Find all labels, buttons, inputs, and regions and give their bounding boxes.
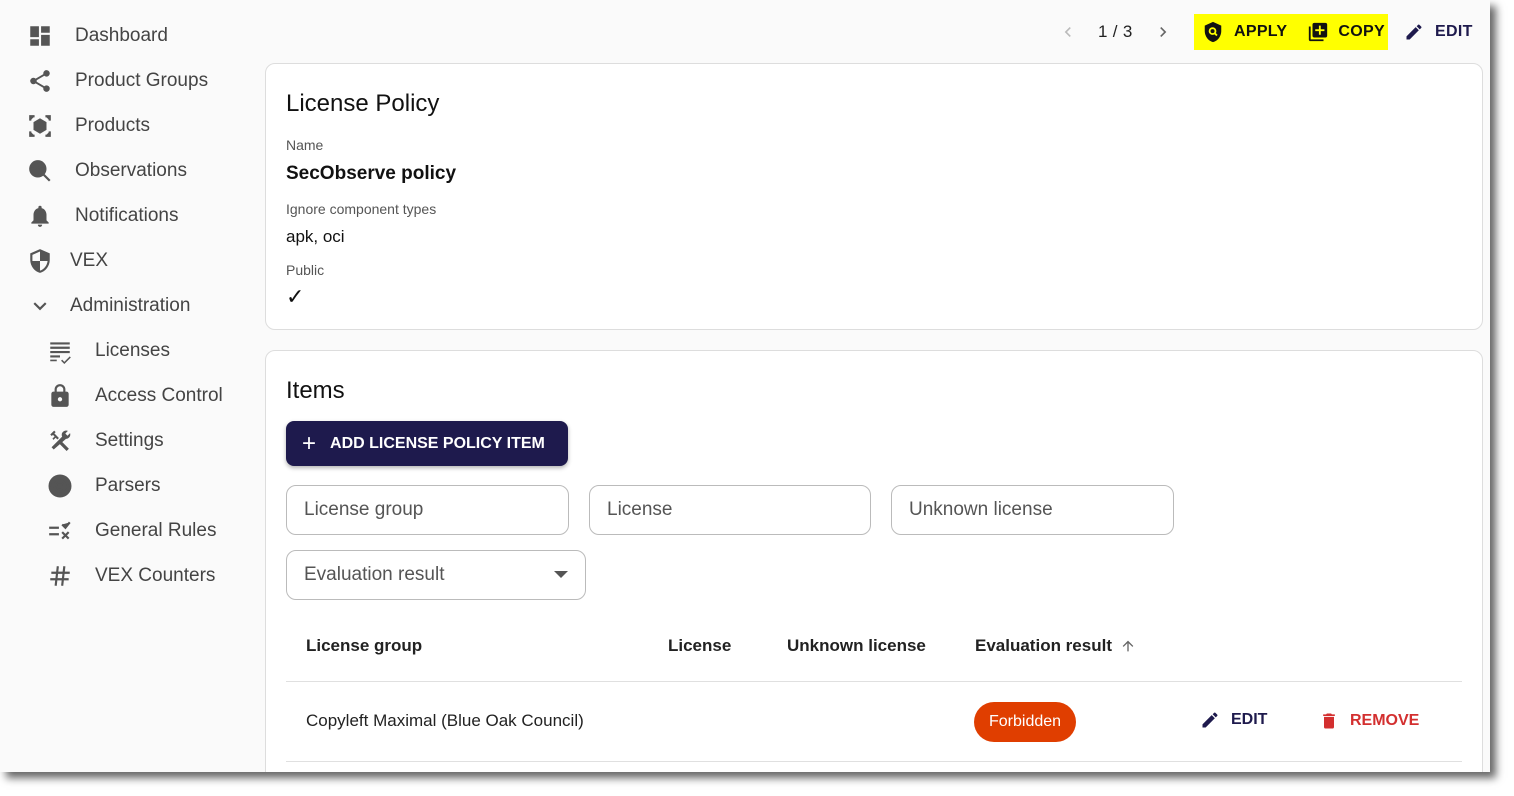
sidebar-item-product-groups[interactable]: Product Groups [27, 66, 208, 96]
card-title: License Policy [286, 90, 440, 117]
copy-button[interactable]: COPY [1307, 21, 1385, 43]
row-remove-label: REMOVE [1350, 712, 1420, 729]
sidebar-item-administration[interactable]: Administration [27, 291, 190, 321]
sidebar-item-label: Parsers [95, 475, 161, 496]
check-icon: ✓ [286, 284, 305, 309]
sidebar-item-licenses[interactable]: Licenses [47, 336, 170, 366]
ignore-types-value: apk, oci [286, 227, 345, 246]
sidebar-item-dashboard[interactable]: Dashboard [27, 21, 168, 51]
select-label: Evaluation result [304, 564, 445, 585]
sidebar-item-products[interactable]: Products [27, 111, 150, 141]
sidebar-item-observations[interactable]: Observations [27, 156, 187, 186]
table-row[interactable]: Copyleft Maximal (Blue Oak Council) Forb… [286, 682, 1462, 762]
sidebar-item-parsers[interactable]: Parsers [47, 471, 160, 501]
column-header-label: Evaluation result [975, 636, 1112, 655]
shield-search-icon [1202, 21, 1224, 43]
sidebar-item-label: Access Control [95, 385, 223, 406]
apply-button[interactable]: APPLY [1202, 21, 1287, 43]
sidebar-item-label: Products [75, 115, 150, 136]
sidebar-item-vex-counters[interactable]: VEX Counters [47, 561, 215, 591]
sidebar-item-access-control[interactable]: Access Control [47, 381, 223, 411]
name-label: Name [286, 137, 324, 153]
plus-icon: + [302, 429, 317, 457]
shield-icon [27, 248, 53, 274]
ignore-types-label: Ignore component types [286, 201, 437, 217]
sidebar-item-label: Product Groups [75, 70, 209, 91]
sidebar-item-label: Settings [95, 430, 164, 451]
sidebar-item-label: VEX Counters [95, 565, 216, 586]
dropdown-arrow-icon [554, 571, 568, 579]
bell-icon [27, 203, 53, 229]
page-indicator: 1 / 3 [1098, 22, 1133, 41]
column-header-license-group[interactable]: License group [306, 636, 422, 656]
lock-icon [47, 383, 73, 409]
column-header-evaluation-result[interactable]: Evaluation result [975, 636, 1136, 656]
sidebar-item-settings[interactable]: Settings [47, 426, 164, 456]
highlighted-actions: APPLY COPY [1194, 14, 1388, 50]
row-edit-label: EDIT [1231, 711, 1268, 728]
sidebar-item-label: Administration [70, 295, 191, 316]
column-header-license[interactable]: License [668, 636, 731, 656]
search-pulse-icon [27, 158, 53, 184]
license-filter[interactable]: License [589, 485, 871, 535]
edit-button[interactable]: EDIT [1404, 14, 1473, 50]
evaluation-result-select[interactable]: Evaluation result [286, 550, 586, 600]
license-policy-card: License Policy Name SecObserve policy Ig… [265, 63, 1483, 330]
apply-label: APPLY [1234, 23, 1288, 40]
chevron-down-icon [27, 293, 53, 319]
trash-icon [1319, 711, 1339, 731]
cube-scan-icon [27, 113, 53, 139]
library-add-icon [1307, 21, 1329, 43]
add-button-label: ADD LICENSE POLICY ITEM [330, 434, 545, 452]
sidebar-item-label: Notifications [75, 205, 179, 226]
pager: 1 / 3 [1058, 14, 1173, 50]
sort-ascending-icon [1120, 638, 1136, 654]
edit-label: EDIT [1435, 23, 1473, 40]
sidebar-item-notifications[interactable]: Notifications [27, 201, 179, 231]
rule-icon [47, 518, 73, 544]
license-group-filter[interactable]: License group [286, 485, 569, 535]
sidebar-item-vex[interactable]: VEX [27, 246, 108, 276]
sidebar-item-general-rules[interactable]: General Rules [47, 516, 216, 546]
sidebar-item-label: Observations [75, 160, 187, 181]
copy-label: COPY [1338, 23, 1385, 40]
target-icon [47, 473, 73, 499]
unknown-license-filter[interactable]: Unknown license [891, 485, 1174, 535]
status-badge: Forbidden [974, 702, 1077, 742]
name-value: SecObserve policy [286, 163, 457, 184]
column-header-unknown-license[interactable]: Unknown license [787, 636, 926, 656]
share-icon [27, 68, 53, 94]
dashboard-icon [27, 23, 53, 49]
sidebar-item-label: Dashboard [75, 25, 168, 46]
pencil-icon [1404, 22, 1424, 42]
app-window: Dashboard Product Groups Products Observ… [0, 0, 1490, 772]
next-icon[interactable] [1153, 22, 1173, 42]
items-title: Items [286, 377, 345, 404]
cell-license-group: Copyleft Maximal (Blue Oak Council) [306, 711, 584, 730]
items-card: Items + ADD LICENSE POLICY ITEM License g… [265, 350, 1483, 772]
public-label: Public [286, 262, 325, 278]
sidebar-item-label: Licenses [95, 340, 170, 361]
add-license-policy-item-button[interactable]: + ADD LICENSE POLICY ITEM [286, 421, 568, 466]
list-check-icon [47, 338, 73, 364]
row-edit-button[interactable]: EDIT [1200, 710, 1267, 730]
pencil-icon [1200, 710, 1220, 730]
previous-icon[interactable] [1058, 22, 1078, 42]
hash-icon [47, 563, 73, 589]
row-remove-button[interactable]: REMOVE [1319, 711, 1419, 731]
sidebar-item-label: VEX [70, 250, 109, 271]
sidebar-item-label: General Rules [95, 520, 217, 541]
tools-icon [47, 428, 73, 454]
